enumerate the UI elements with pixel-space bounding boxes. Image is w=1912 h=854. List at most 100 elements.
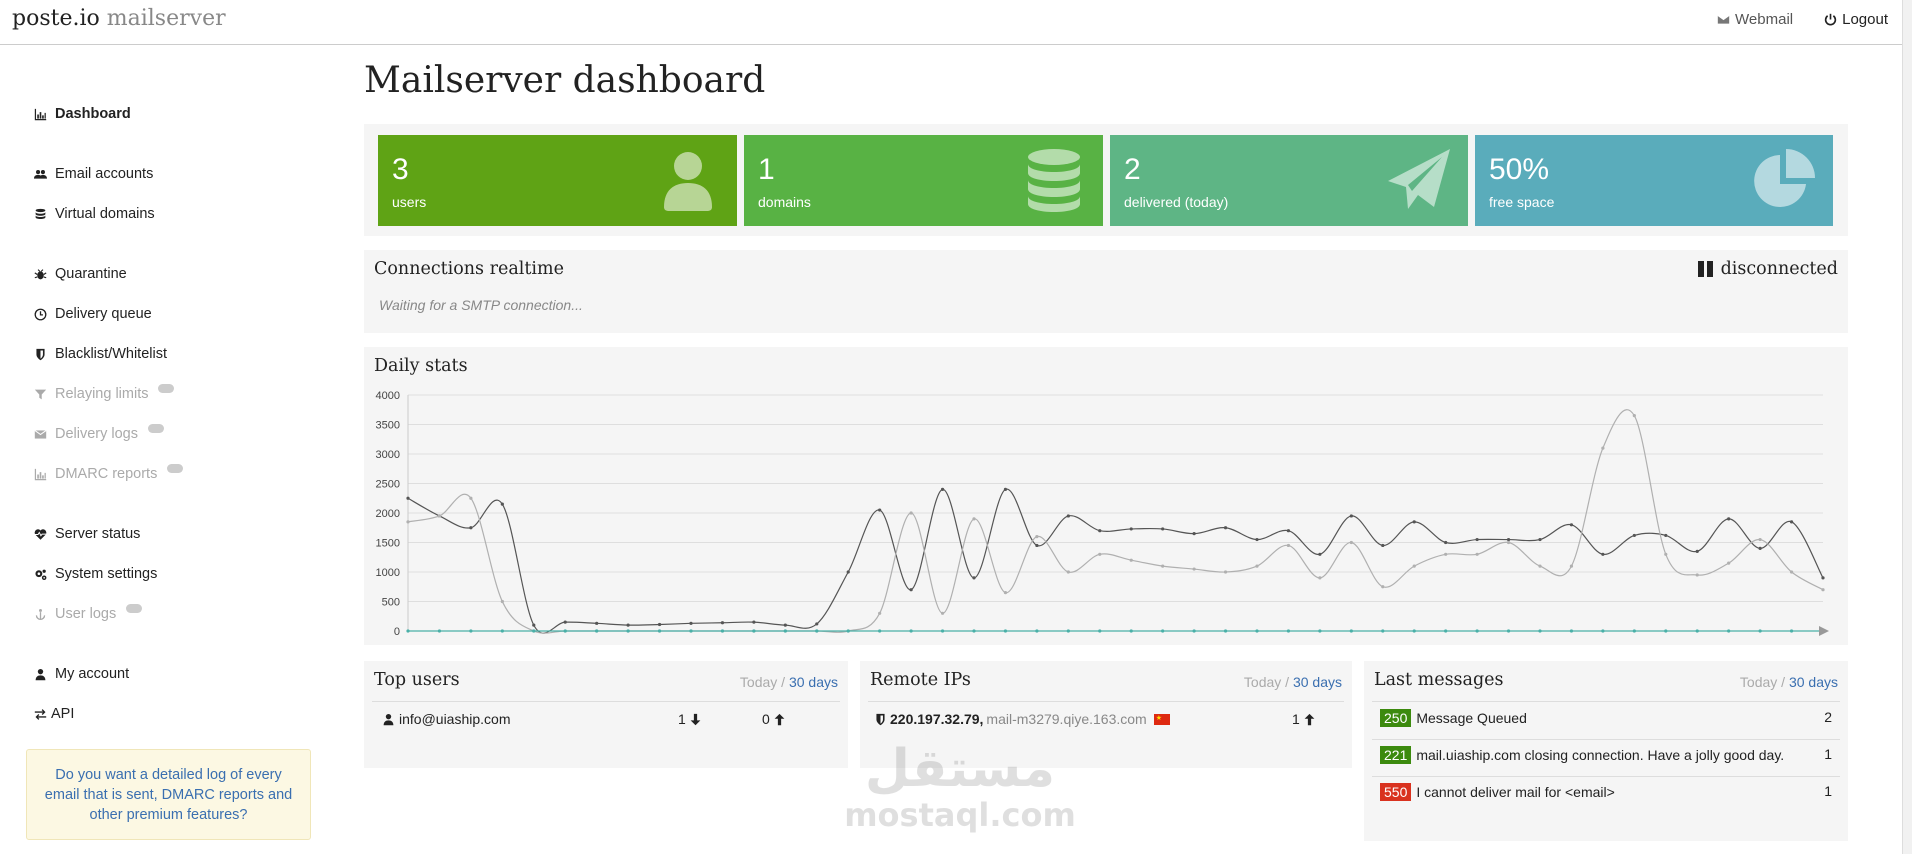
series-point-0 [1695, 549, 1699, 553]
filter-icon [33, 387, 47, 401]
divider [1372, 739, 1840, 740]
series-point-1 [1444, 552, 1448, 556]
sidebar-item-dashboard[interactable]: Dashboard [33, 106, 131, 122]
today-link[interactable]: Today [740, 674, 777, 690]
series-point-1 [1695, 573, 1699, 577]
premium-badge [158, 383, 175, 393]
tile-label: free space [1489, 194, 1555, 210]
brand-logo[interactable]: poste.io mailserver [12, 6, 226, 31]
today-link[interactable]: Today [1244, 674, 1281, 690]
logout-label: Logout [1842, 11, 1888, 28]
series-point-0 [1789, 520, 1794, 524]
series-point-2 [752, 629, 756, 633]
series-point-2 [878, 629, 882, 633]
series-point-2 [1695, 629, 1699, 633]
sidebar-item-label: Delivery queue [55, 306, 152, 322]
premium-promo-box[interactable]: Do you want a detailed log of every emai… [26, 749, 311, 840]
sidebar-item-system-settings[interactable]: System settings [33, 566, 157, 582]
connections-title: Connections realtime [374, 259, 564, 279]
top-users-panel: Top users Today / 30 days info@uiaship.c… [364, 661, 848, 768]
series-point-0 [1569, 523, 1574, 527]
series-point-2 [940, 629, 945, 633]
sidebar-item-api[interactable]: API [33, 706, 74, 722]
sidebar-item-virtual-domains[interactable]: Virtual domains [33, 206, 155, 222]
series-point-0 [1475, 537, 1479, 542]
series-point-0 [1664, 533, 1668, 538]
series-point-2 [1035, 629, 1039, 633]
sidebar-item-relaying-limits[interactable]: Relaying limits [33, 383, 175, 402]
sidebar-item-email-accounts[interactable]: Email accounts [33, 166, 153, 182]
series-point-2 [1255, 629, 1259, 633]
series-point-2 [595, 629, 599, 633]
webmail-link[interactable]: Webmail [1716, 11, 1793, 28]
sidebar-item-server-status[interactable]: Server status [33, 526, 140, 542]
series-point-0 [595, 621, 599, 625]
series-point-0 [689, 621, 693, 625]
table-row[interactable]: 220.197.32.79, mail-m3279.qiye.163.com ★… [860, 711, 1352, 733]
sidebar-item-quarantine[interactable]: Quarantine [33, 266, 127, 282]
series-point-0 [1161, 527, 1165, 531]
sidebar-item-user-logs[interactable]: User logs [33, 603, 143, 622]
series-point-1 [972, 517, 976, 521]
sidebar-item-label: Virtual domains [55, 206, 155, 222]
envelope-icon [33, 427, 47, 441]
series-line-1 [407, 409, 1824, 634]
series-point-1 [1129, 558, 1133, 562]
y-tick-label: 1500 [376, 538, 400, 550]
message-text: I cannot deliver mail for <email> [1416, 784, 1615, 800]
smtp-code-badge: 250 [1380, 709, 1412, 727]
page-title: Mailserver dashboard [364, 60, 766, 101]
series-point-0 [815, 622, 819, 626]
sidebar-item-delivery-logs[interactable]: Delivery logs [33, 423, 164, 442]
series-point-0 [1601, 552, 1605, 556]
database-icon [33, 207, 47, 221]
today-link[interactable]: Today [1740, 674, 1777, 690]
thirty-days-link[interactable]: 30 days [789, 674, 838, 690]
sidebar-item-delivery-queue[interactable]: Delivery queue [33, 306, 152, 322]
divider [372, 701, 840, 702]
series-point-1 [1664, 552, 1668, 556]
series-point-0 [626, 623, 630, 627]
sidebar-item-dmarc-reports[interactable]: DMARC reports [33, 463, 184, 482]
logout-link[interactable]: Logout [1823, 11, 1888, 28]
domains-tile[interactable]: 1 domains [744, 135, 1103, 226]
table-row[interactable]: 250 Message Queued 2 [1364, 709, 1848, 733]
table-row[interactable]: 550 I cannot deliver mail for <email> 1 [1364, 783, 1848, 807]
sidebar-item-blacklist-whitelist[interactable]: Blacklist/Whitelist [33, 346, 167, 362]
series-point-2 [1506, 629, 1511, 633]
watermark-logo: مستقل mostaql.com [840, 740, 1080, 840]
table-row[interactable]: 221 mail.uiaship.com closing connection. … [1364, 746, 1848, 770]
series-point-2 [1632, 629, 1636, 633]
pause-icon[interactable] [1697, 261, 1713, 277]
series-point-2 [720, 629, 725, 633]
series-point-0 [563, 620, 567, 624]
series-point-1 [878, 611, 882, 615]
y-tick-label: 500 [382, 597, 400, 609]
y-tick-label: 2000 [376, 508, 400, 520]
series-point-1 [1349, 540, 1353, 545]
sidebar-item-label: Server status [55, 526, 141, 542]
series-point-2 [1318, 629, 1322, 633]
table-row[interactable]: info@uiaship.com 1 0 [364, 711, 848, 733]
users-tile[interactable]: 3 users [378, 135, 737, 226]
free-space-tile[interactable]: 50% free space [1475, 135, 1833, 226]
premium-badge [167, 463, 184, 473]
sidebar-item-label: Quarantine [55, 266, 127, 282]
series-point-2 [626, 629, 630, 633]
delivered-tile[interactable]: 2 delivered (today) [1110, 135, 1468, 226]
sidebar-item-my-account[interactable]: My account [33, 666, 129, 682]
series-point-2 [1129, 629, 1133, 633]
series-line-0 [407, 488, 1824, 634]
series-point-0 [783, 623, 787, 627]
series-point-2 [1789, 629, 1794, 633]
series-point-0 [1129, 527, 1133, 531]
series-point-2 [689, 629, 693, 633]
user-icon [655, 147, 721, 213]
database-icon [1021, 147, 1087, 213]
series-point-0 [500, 502, 504, 506]
series-point-2 [657, 629, 662, 633]
page-scrollbar[interactable] [1902, 0, 1912, 854]
thirty-days-link[interactable]: 30 days [1789, 674, 1838, 690]
watermark-latin: mostaql.com [844, 796, 1076, 834]
thirty-days-link[interactable]: 30 days [1293, 674, 1342, 690]
